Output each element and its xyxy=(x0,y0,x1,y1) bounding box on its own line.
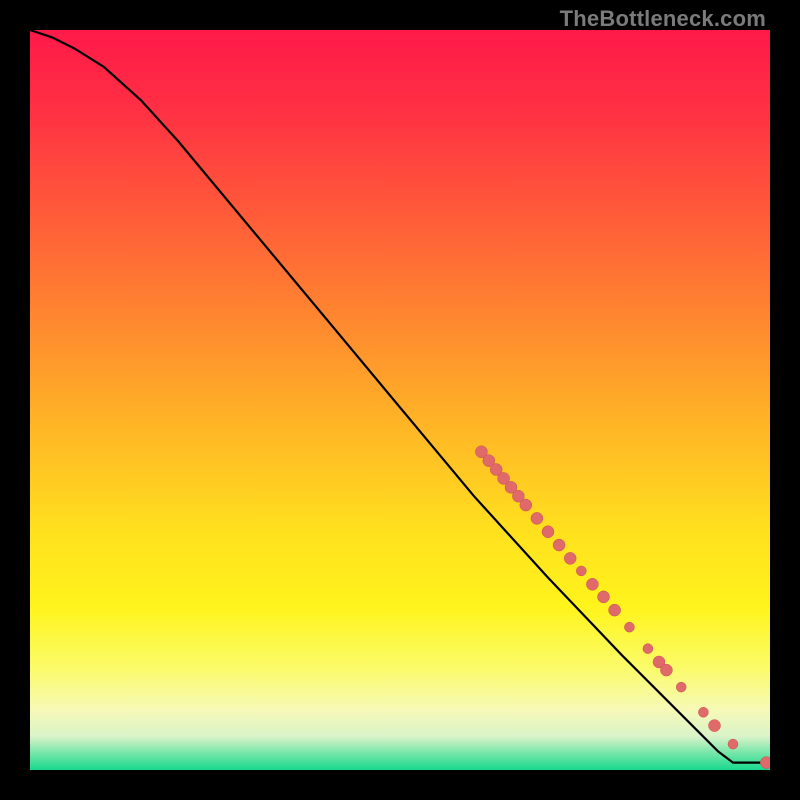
data-marker xyxy=(643,644,653,654)
data-marker xyxy=(609,604,621,616)
data-marker xyxy=(660,664,672,676)
chart-svg xyxy=(30,30,770,770)
data-marker xyxy=(520,499,532,511)
data-marker xyxy=(728,739,738,749)
data-marker xyxy=(709,720,721,732)
watermark-text: TheBottleneck.com xyxy=(560,6,766,32)
data-marker xyxy=(586,578,598,590)
data-marker xyxy=(624,622,634,632)
data-marker xyxy=(576,566,586,576)
data-marker xyxy=(698,707,708,717)
data-marker xyxy=(760,757,770,769)
data-marker xyxy=(542,526,554,538)
chart-frame xyxy=(30,30,770,770)
data-marker xyxy=(564,552,576,564)
data-marker xyxy=(531,512,543,524)
data-marker xyxy=(598,591,610,603)
data-marker xyxy=(676,682,686,692)
data-marker xyxy=(553,539,565,551)
